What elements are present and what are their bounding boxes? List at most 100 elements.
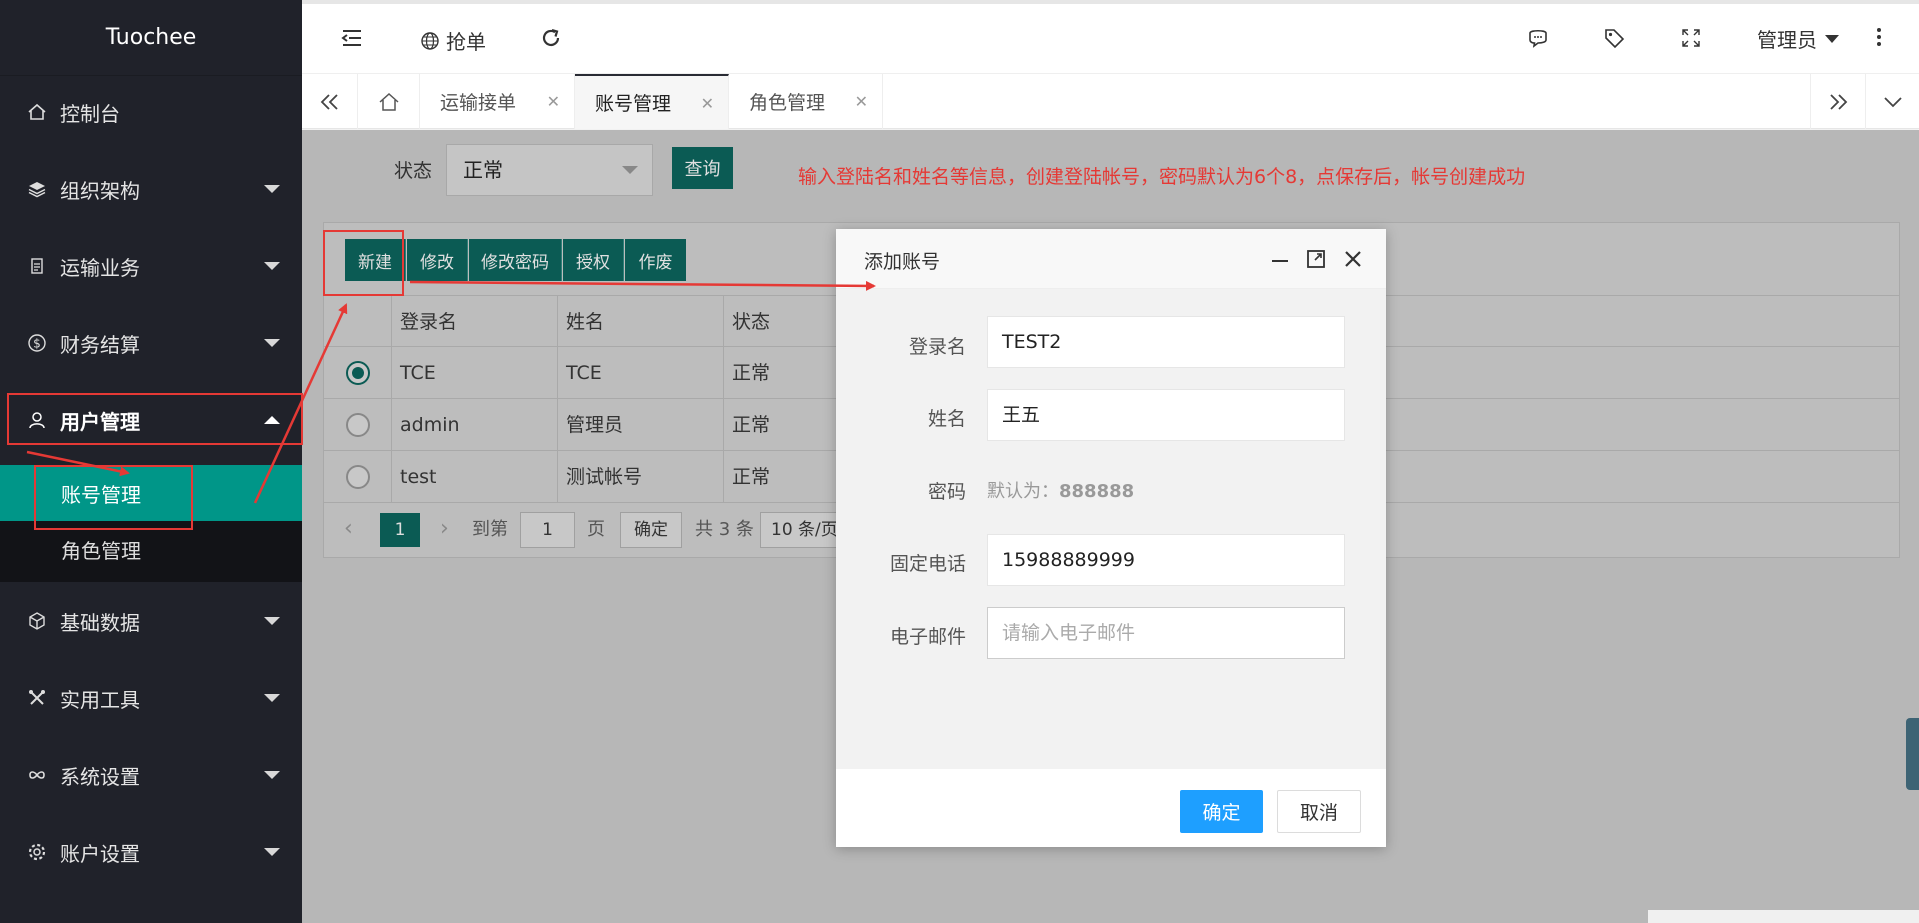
instruction-annotation: 输入登陆名和姓名等信息，创建登陆帐号，密码默认为6个8，点保存后，帐号创建成功 <box>798 166 1526 188</box>
tab-dropdown-icon[interactable] <box>1866 74 1919 129</box>
password-default-note: 默认为：888888 <box>987 477 1134 503</box>
next-page-icon[interactable]: › <box>440 508 449 548</box>
sidebar-item-finance[interactable]: $ 财务结算 <box>0 315 302 371</box>
cube-icon <box>26 610 48 632</box>
layers-icon <box>26 178 48 200</box>
tab-label: 账号管理 <box>595 93 672 115</box>
sidebar-item-system-settings[interactable]: 系统设置 <box>0 747 302 803</box>
dollar-icon: $ <box>26 332 48 354</box>
status-select[interactable]: 正常 <box>446 144 653 196</box>
menu-toggle-icon[interactable] <box>340 28 364 48</box>
current-page-button[interactable]: 1 <box>380 513 420 547</box>
confirm-button[interactable]: 确定 <box>1180 790 1263 833</box>
authorize-button[interactable]: 授权 <box>563 239 624 281</box>
email-label: 电子邮件 <box>889 626 966 648</box>
phone-label: 固定电话 <box>889 553 966 575</box>
password-default-value: 888888 <box>1059 481 1135 502</box>
row-radio[interactable] <box>346 361 370 385</box>
tab-transport-orders[interactable]: 运输接单 ✕ <box>420 74 575 129</box>
page-size-select[interactable]: 10 条/页 <box>760 512 840 548</box>
floating-side-widget[interactable] <box>1906 718 1919 790</box>
name-label: 姓名 <box>927 408 966 430</box>
fullscreen-icon[interactable] <box>1682 29 1700 47</box>
edit-button[interactable]: 修改 <box>407 239 468 281</box>
password-note-text: 默认为： <box>987 481 1059 502</box>
sidebar: Tuochee 控制台 组织架构 运输业务 $ 财务结算 用户管理 账号管理 角… <box>0 0 302 923</box>
chat-icon[interactable] <box>1526 28 1550 48</box>
sidebar-item-label: 系统设置 <box>60 764 140 789</box>
cell-status: 正常 <box>732 414 771 436</box>
column-header: 姓名 <box>566 311 605 333</box>
sidebar-subitem-label: 角色管理 <box>61 538 141 563</box>
password-label: 密码 <box>927 481 966 503</box>
goto-confirm-button[interactable]: 确定 <box>620 512 682 548</box>
more-vertical-icon[interactable] <box>1876 26 1882 48</box>
minimize-icon[interactable] <box>1267 246 1293 272</box>
prev-page-icon[interactable]: ‹ <box>344 508 353 548</box>
status-select-value: 正常 <box>463 158 503 182</box>
query-button[interactable]: 查询 <box>672 147 733 189</box>
close-icon[interactable] <box>1340 246 1366 272</box>
tab-home-icon[interactable] <box>358 74 420 129</box>
dialog-title: 添加账号 <box>864 251 941 273</box>
status-filter-label: 状态 <box>394 160 433 182</box>
sidebar-item-console[interactable]: 控制台 <box>0 84 302 140</box>
sidebar-item-label: 组织架构 <box>60 178 140 203</box>
maximize-icon[interactable] <box>1303 246 1329 272</box>
close-icon[interactable]: ✕ <box>855 92 868 111</box>
grab-orders-button[interactable]: 抢单 <box>420 26 486 55</box>
sidebar-item-label: 基础数据 <box>60 610 140 635</box>
sidebar-item-transport[interactable]: 运输业务 <box>0 238 302 294</box>
full-name-input[interactable]: 王五 <box>987 389 1345 441</box>
close-icon[interactable]: ✕ <box>701 94 714 113</box>
tab-role-management[interactable]: 角色管理 ✕ <box>729 74 883 129</box>
add-account-dialog: 添加账号 登录名 TEST2 姓名 王五 密码 默认为：888888 固定电话 … <box>836 229 1386 847</box>
tab-scroll-right-icon[interactable] <box>1810 74 1866 129</box>
column-header: 登录名 <box>400 311 458 333</box>
chevron-down-icon <box>264 848 280 856</box>
row-radio[interactable] <box>346 413 370 437</box>
change-password-button[interactable]: 修改密码 <box>469 239 562 281</box>
dialog-header: 添加账号 <box>836 229 1386 289</box>
goto-page-input[interactable]: 1 <box>520 512 575 548</box>
refresh-icon[interactable] <box>540 27 562 49</box>
dialog-body: 登录名 TEST2 姓名 王五 密码 默认为：888888 固定电话 15988… <box>836 289 1386 769</box>
void-button[interactable]: 作废 <box>625 239 686 281</box>
tools-icon <box>26 687 48 709</box>
column-header: 状态 <box>732 311 771 333</box>
taskbar-strip <box>1648 910 1919 923</box>
chevron-down-icon <box>622 166 638 174</box>
cell-status: 正常 <box>732 466 771 488</box>
cell-login: TCE <box>400 362 436 384</box>
close-icon[interactable]: ✕ <box>547 92 560 111</box>
tab-account-management[interactable]: 账号管理 ✕ <box>575 74 729 129</box>
sidebar-item-organization[interactable]: 组织架构 <box>0 161 302 217</box>
chevron-down-icon <box>264 262 280 270</box>
chevron-down-icon <box>264 617 280 625</box>
user-menu[interactable]: 管理员 <box>1757 24 1839 53</box>
email-input[interactable]: 请输入电子邮件 <box>987 607 1345 659</box>
annotation-box-new <box>323 230 404 296</box>
cell-name: 测试帐号 <box>566 466 643 488</box>
infinity-icon <box>26 764 48 786</box>
tab-label: 角色管理 <box>749 92 826 114</box>
goto-label: 到第 <box>472 519 508 540</box>
sidebar-item-basic-data[interactable]: 基础数据 <box>0 593 302 649</box>
cell-login: test <box>400 466 437 488</box>
cell-name: 管理员 <box>566 414 624 436</box>
sidebar-item-account-settings[interactable]: 账户设置 <box>0 824 302 880</box>
login-name-input[interactable]: TEST2 <box>987 316 1345 368</box>
cancel-button[interactable]: 取消 <box>1277 790 1361 833</box>
annotation-box-user-management <box>7 393 303 445</box>
phone-input[interactable]: 15988889999 <box>987 534 1345 586</box>
cell-login: admin <box>400 414 460 436</box>
tab-scroll-left-icon[interactable] <box>302 74 358 129</box>
tag-icon[interactable] <box>1603 27 1625 49</box>
page-label: 页 <box>587 519 605 540</box>
user-name: 管理员 <box>1757 28 1817 52</box>
sidebar-item-tools[interactable]: 实用工具 <box>0 670 302 726</box>
sidebar-item-label: 运输业务 <box>60 255 140 280</box>
row-radio[interactable] <box>346 465 370 489</box>
home-icon <box>26 101 48 123</box>
caret-down-icon <box>1825 34 1839 43</box>
